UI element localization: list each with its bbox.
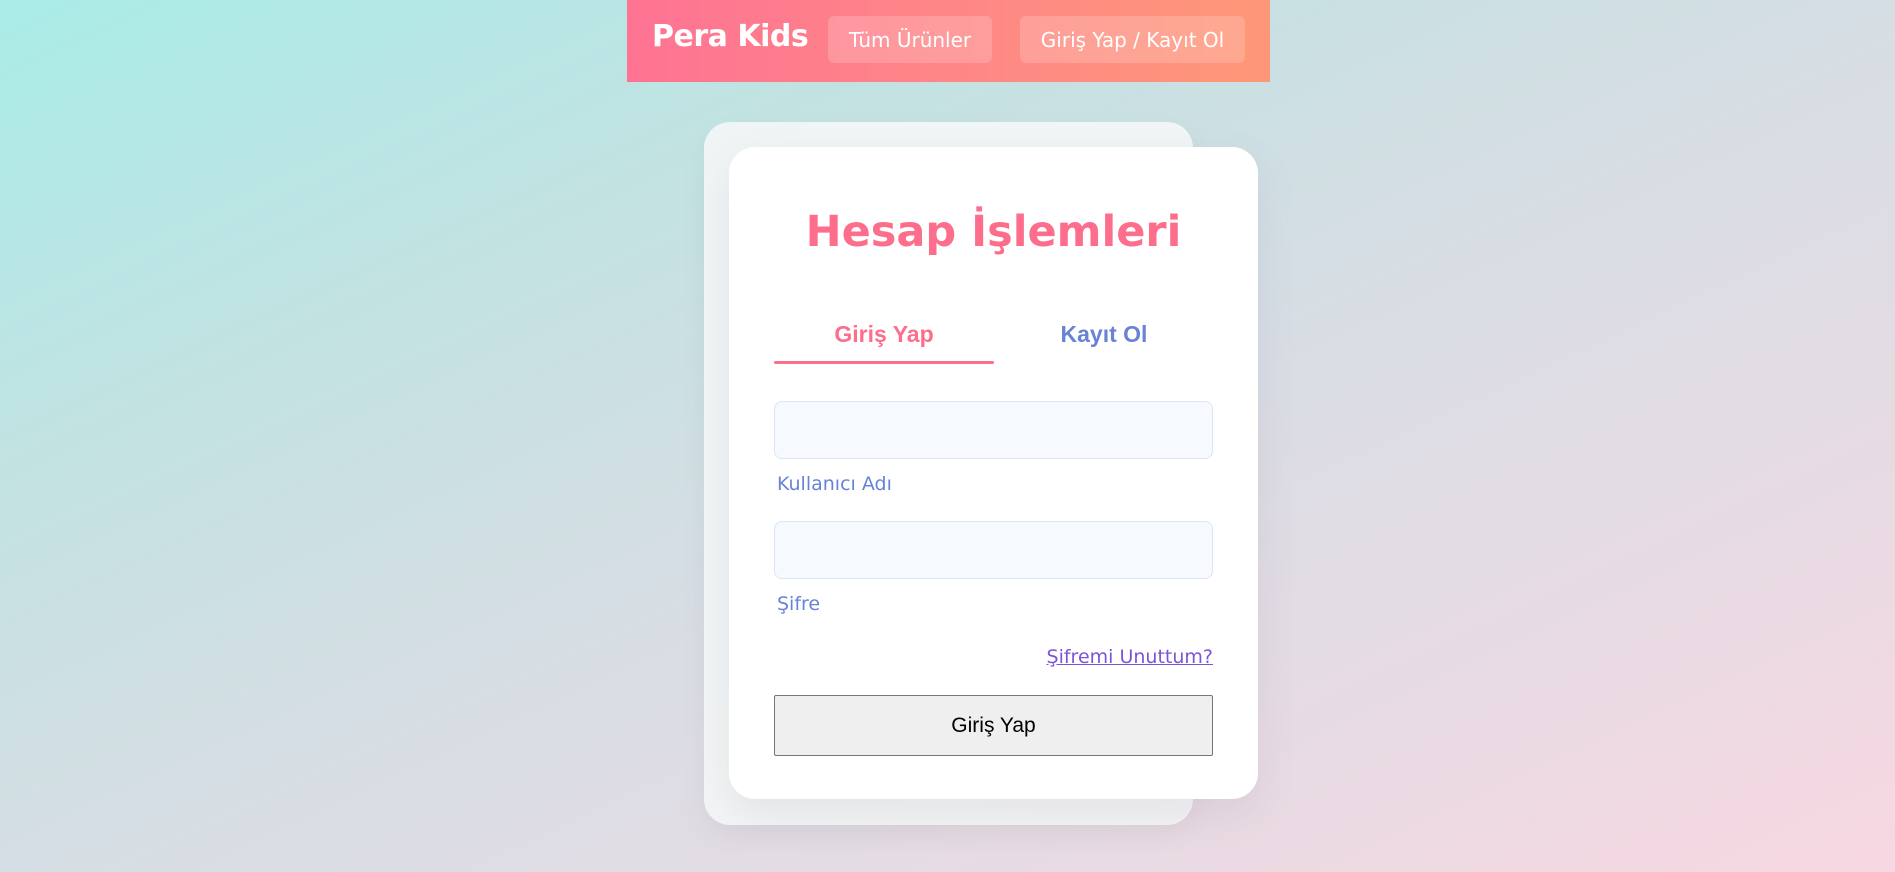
brand-logo-text[interactable]: Pera Kids bbox=[652, 19, 809, 54]
password-label: Şifre bbox=[777, 593, 821, 615]
active-tab-indicator bbox=[774, 361, 994, 364]
top-navbar: Pera Kids Tüm Ürünler Giriş Yap / Kayıt … bbox=[627, 0, 1270, 82]
auth-tabs: Giriş Yap Kayıt Ol bbox=[774, 304, 1213, 364]
password-input[interactable] bbox=[774, 521, 1213, 579]
account-card: Hesap İşlemleri Giriş Yap Kayıt Ol Kulla… bbox=[729, 147, 1258, 799]
page-title: Hesap İşlemleri bbox=[805, 207, 1182, 257]
nav-login-register-button[interactable]: Giriş Yap / Kayıt Ol bbox=[1020, 16, 1245, 63]
forgot-password-link[interactable]: Şifremi Unuttum? bbox=[1047, 646, 1213, 668]
login-submit-button[interactable]: Giriş Yap bbox=[774, 695, 1213, 756]
username-label: Kullanıcı Adı bbox=[777, 473, 892, 495]
username-input[interactable] bbox=[774, 401, 1213, 459]
tab-login[interactable]: Giriş Yap bbox=[774, 304, 994, 364]
tab-register[interactable]: Kayıt Ol bbox=[994, 304, 1214, 364]
nav-all-products-button[interactable]: Tüm Ürünler bbox=[828, 16, 992, 63]
